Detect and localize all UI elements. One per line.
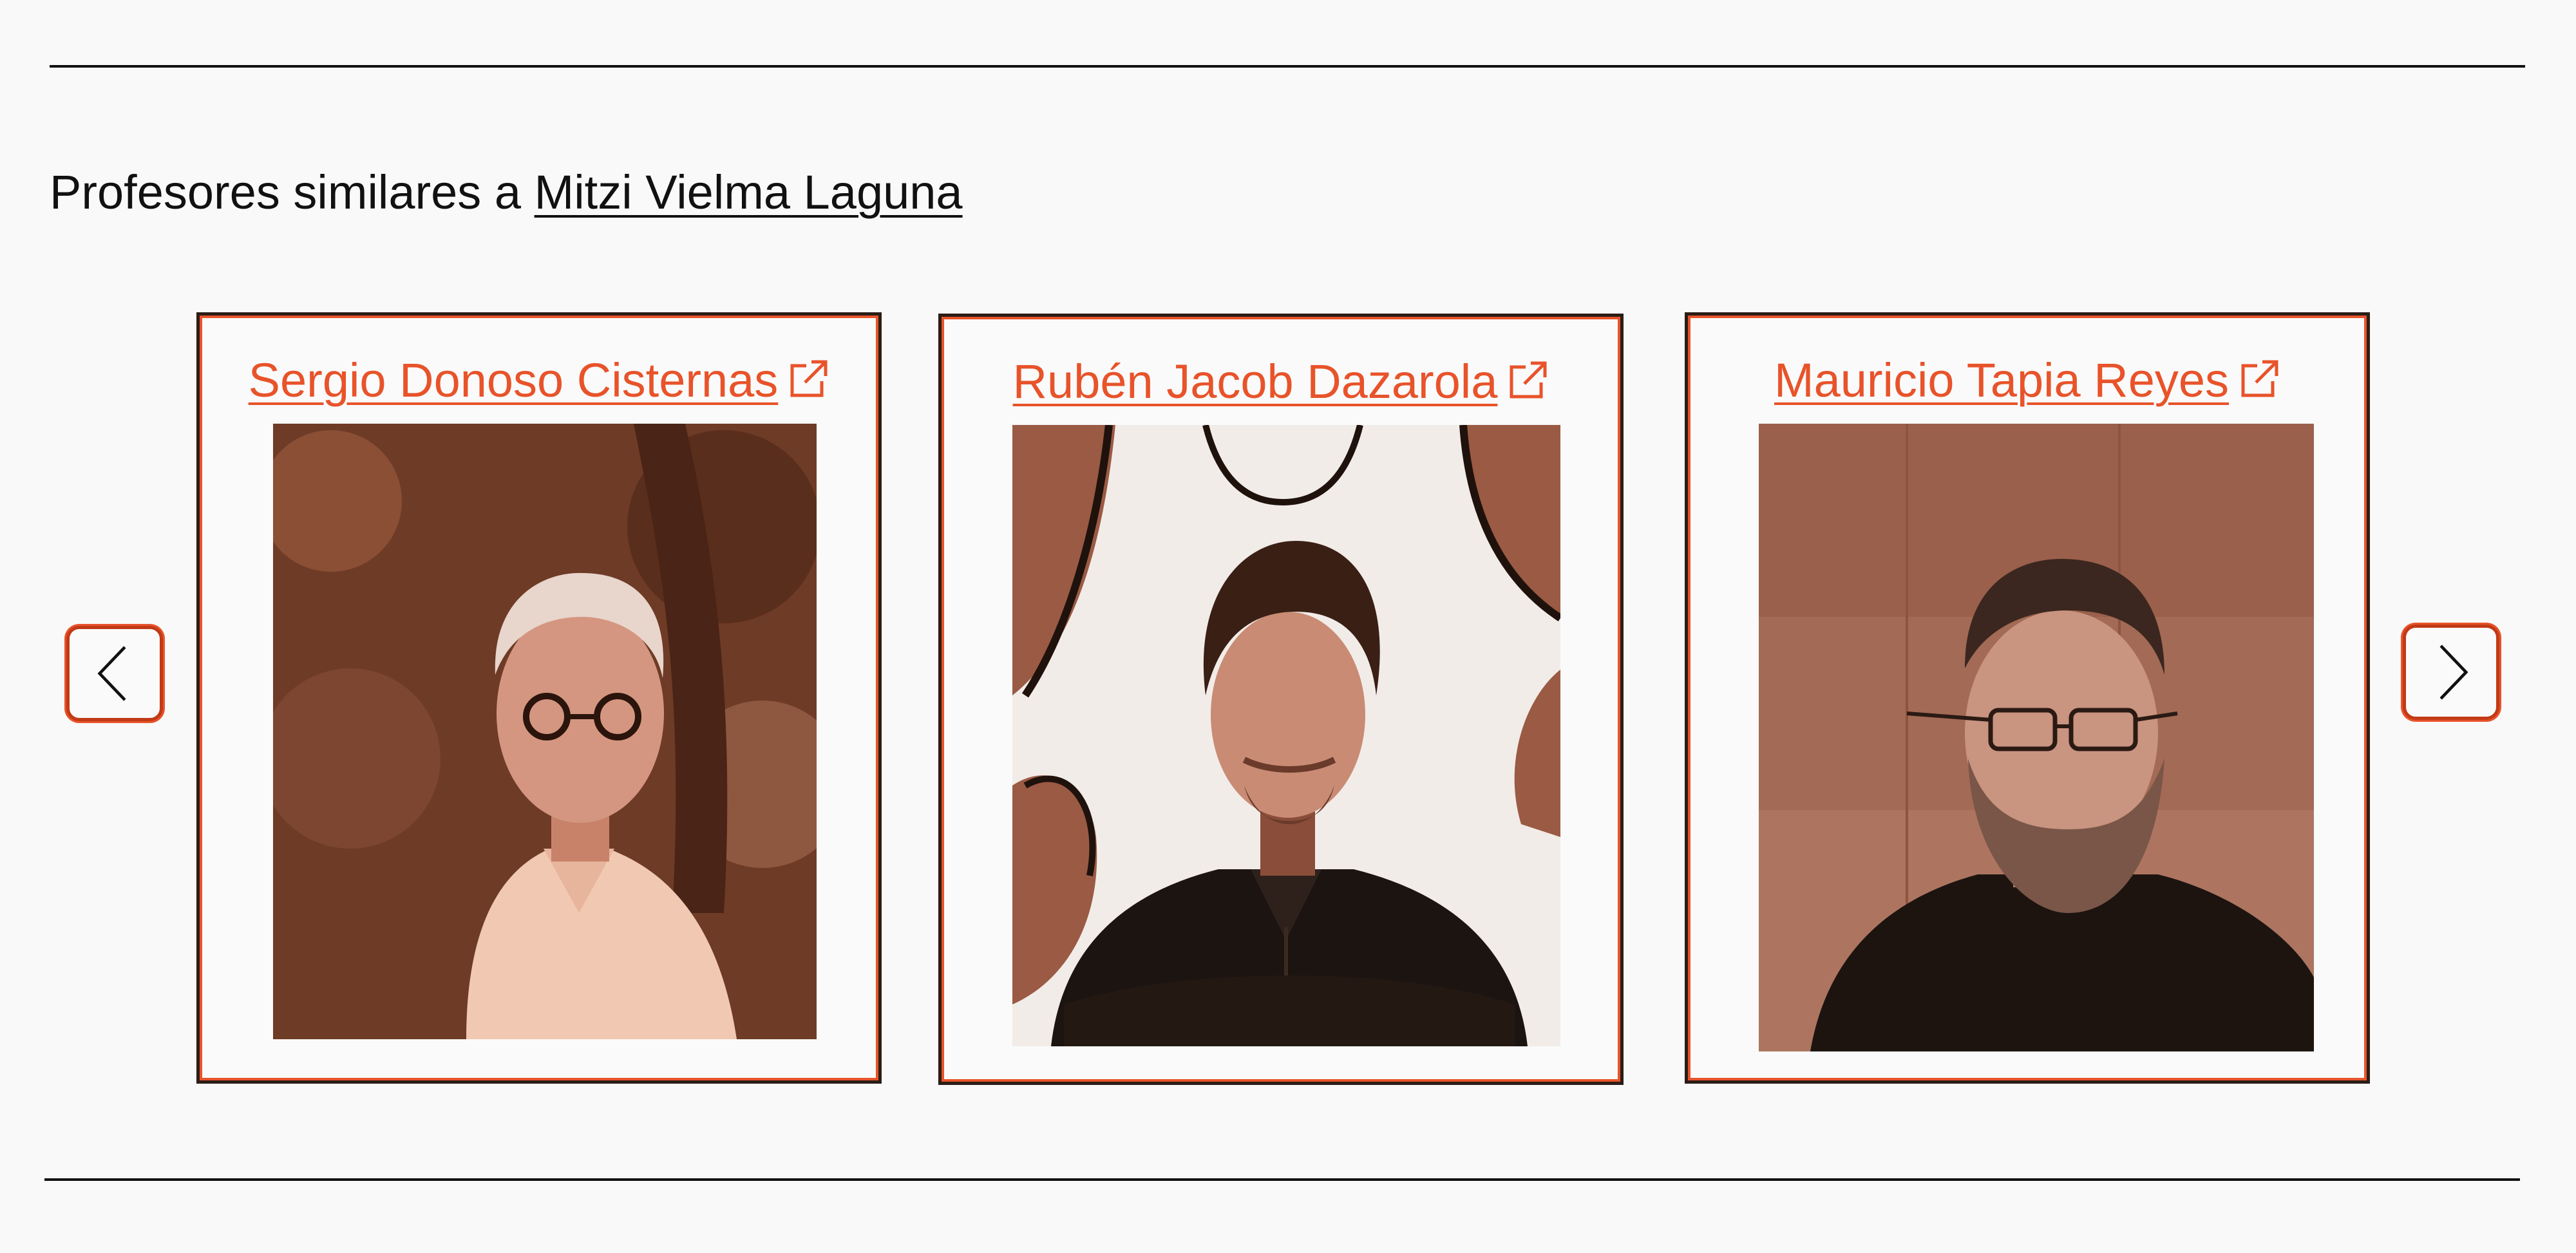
chevron-right-icon [2439,645,2468,700]
carousel-prev-button[interactable] [66,626,163,721]
chevron-left-icon [97,646,126,701]
heading-prefix: Profesores similares a [50,165,535,219]
professor-photo [273,424,817,1039]
professor-photo [1012,425,1560,1046]
section-heading: Profesores similares a Mitzi Vielma Lagu… [50,164,963,221]
professor-name: Rubén Jacob Dazarola [1012,355,1498,408]
similar-professors-page: Profesores similares a Mitzi Vielma Lagu… [0,0,2576,1253]
external-link-icon [2241,360,2278,397]
external-link-icon [1510,361,1547,399]
professor-link[interactable]: Mitzi Vielma Laguna [535,165,963,219]
professor-card: Rubén Jacob Dazarola [938,314,1624,1085]
professor-card: Sergio Donoso Cisternas [196,312,882,1084]
card-title: Mauricio Tapia Reyes [1688,352,2367,410]
professor-card-link[interactable]: Sergio Donoso Cisternas [249,353,779,407]
professor-photo [1759,424,2314,1051]
external-link-icon [790,360,828,397]
card-title: Sergio Donoso Cisternas [200,352,878,410]
professor-name: Sergio Donoso Cisternas [248,353,779,407]
professor-name: Mauricio Tapia Reyes [1774,353,2230,407]
bottom-divider [44,1178,2520,1181]
professor-card: Mauricio Tapia Reyes [1685,312,2370,1084]
top-divider [50,65,2525,68]
professor-card-link[interactable]: Mauricio Tapia Reyes [1774,353,2229,407]
card-title: Rubén Jacob Dazarola [942,353,1620,411]
professor-card-link[interactable]: Rubén Jacob Dazarola [1013,355,1498,408]
carousel-next-button[interactable] [2403,625,2499,720]
